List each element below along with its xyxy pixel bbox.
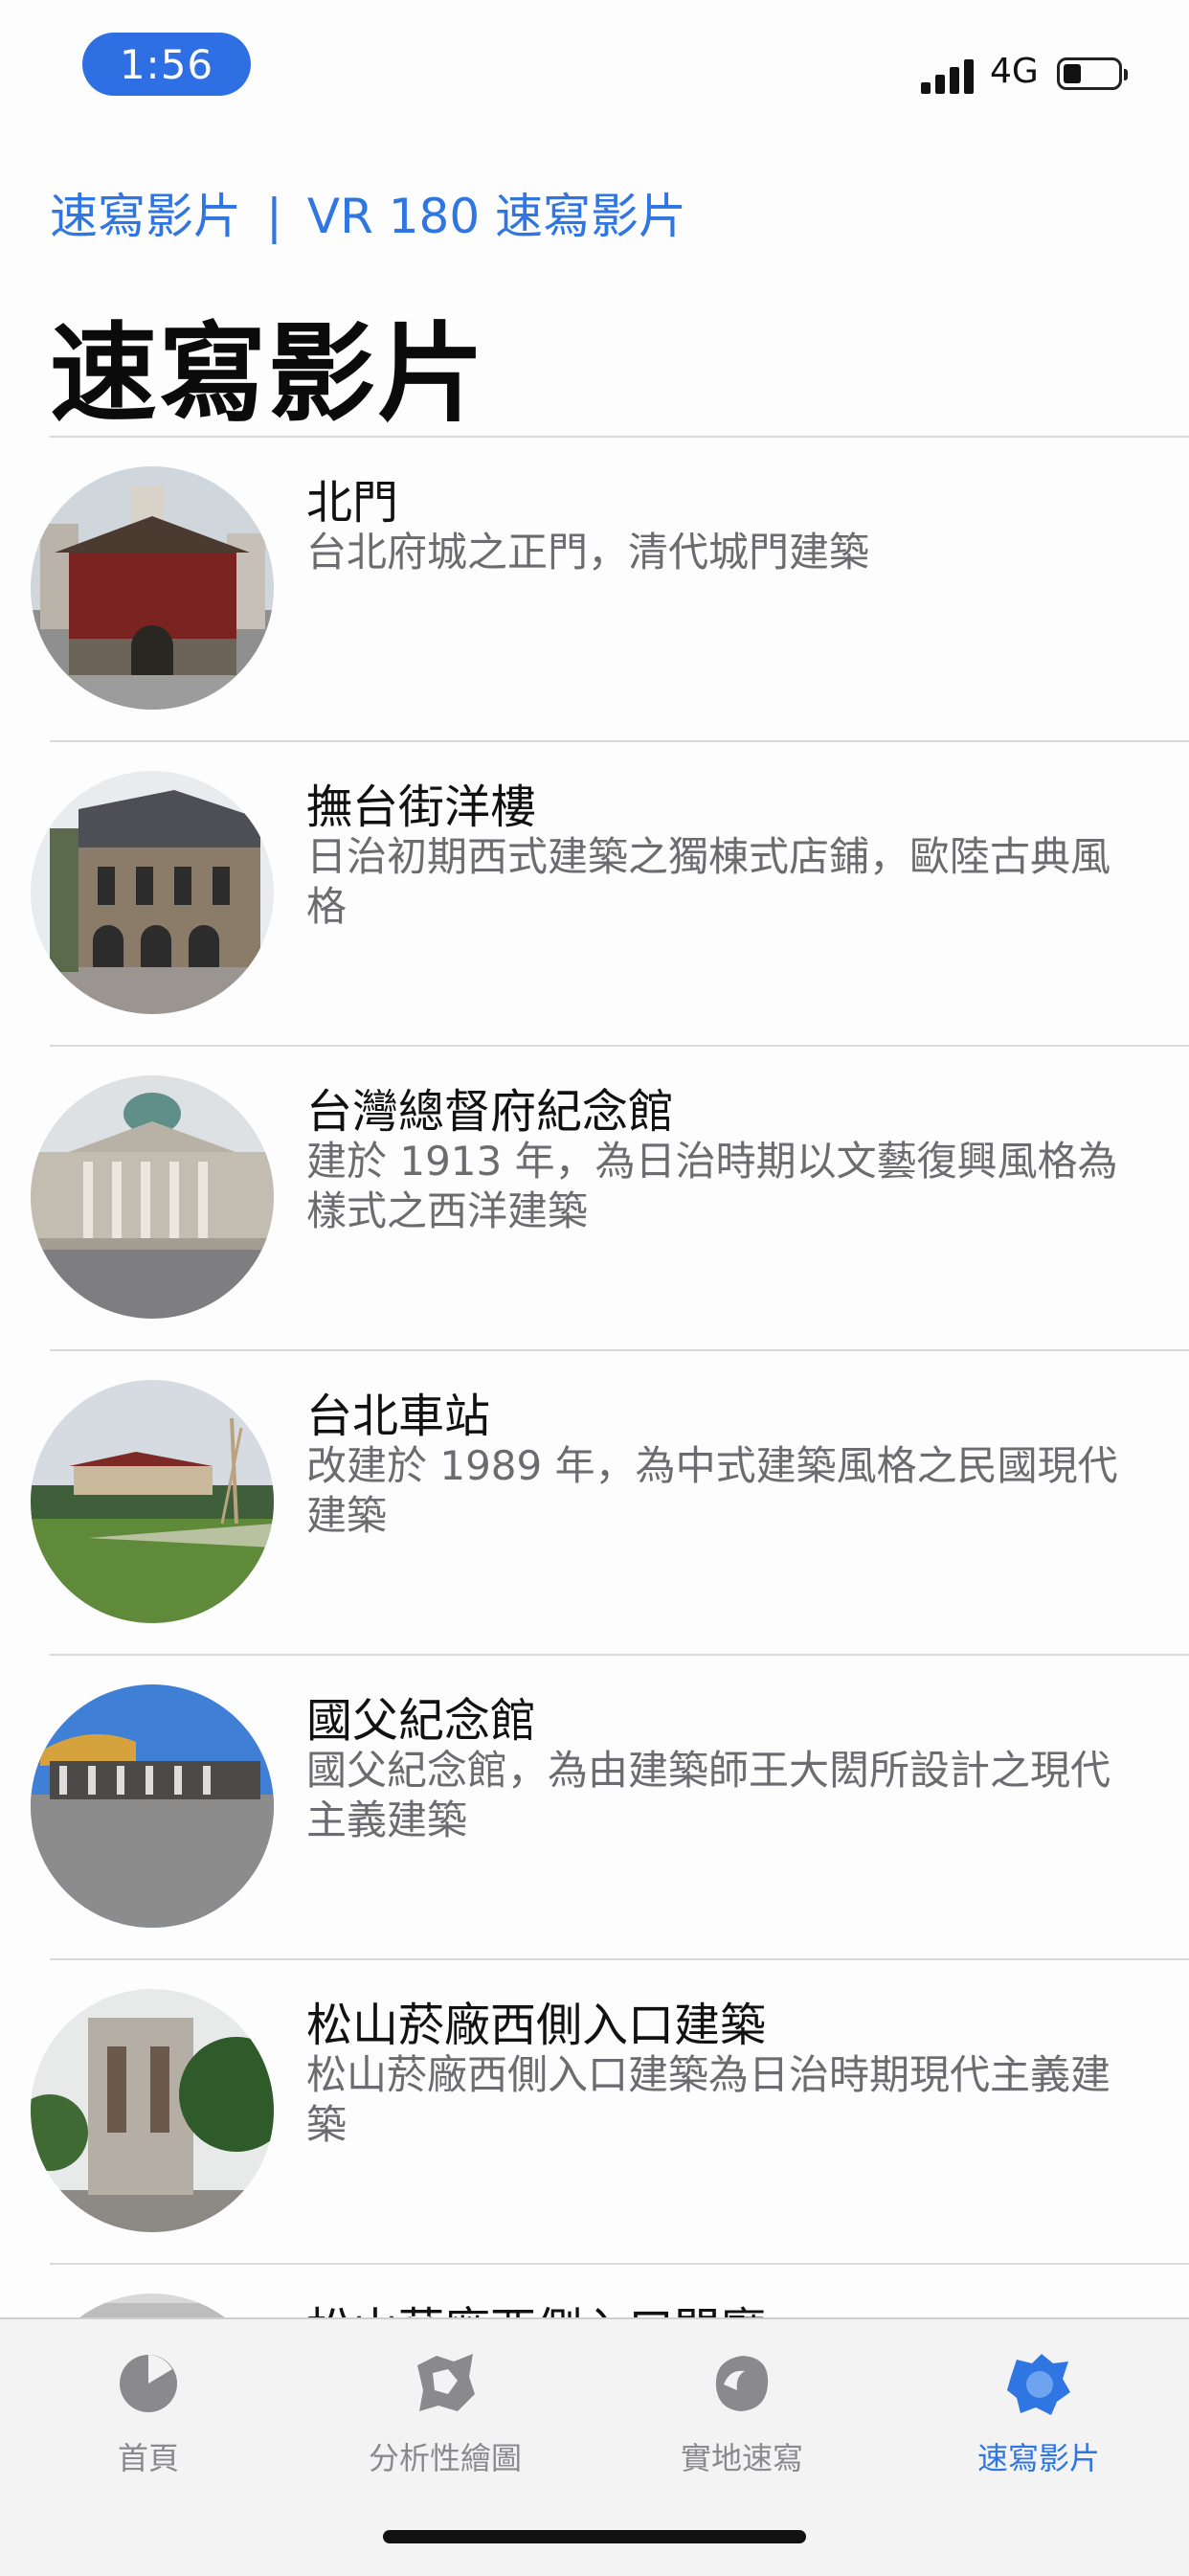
divider [50,1654,1189,1656]
pie-chart-icon [120,2355,177,2412]
video-list: 北門 台北府城之正門，清代城門建築 撫台街洋樓 日治初期西式建築之獨棟式店鋪，歐… [0,436,1189,2567]
divider [50,1349,1189,1351]
tab-sketch-video[interactable]: 速寫影片 [943,2348,1134,2478]
tab-label: 速寫影片 [976,2440,1100,2476]
status-time: 1:56 [82,33,251,96]
tab-label: 分析性繪圖 [368,2440,522,2476]
divider [50,2263,1189,2265]
item-title: 台灣總督府紀念館 [306,1085,675,1139]
thumbnail-image [31,466,274,710]
list-item[interactable]: 撫台街洋樓 日治初期西式建築之獨棟式店鋪，歐陸古典風格 [0,740,1189,1045]
list-item[interactable]: 國父紀念館 國父紀念館，為由建築師王大閎所設計之現代主義建築 [0,1654,1189,1958]
list-item[interactable]: 北門 台北府城之正門，清代城門建築 [0,436,1189,740]
tab-home[interactable]: 首頁 [53,2348,244,2478]
thumbnail-image [31,1380,274,1623]
item-description: 台北府城之正門，清代城門建築 [306,529,870,576]
video-type-switcher: 速寫影片 | VR 180 速寫影片 [50,178,686,247]
vr180-video-link[interactable]: VR 180 速寫影片 [307,189,686,244]
divider [50,1045,1189,1047]
item-description: 日治初期西式建築之獨棟式店鋪，歐陸古典風格 [306,833,1111,930]
video-splash-icon [1007,2354,1070,2415]
network-type: 4G [990,52,1039,91]
tab-field-sketch[interactable]: 實地速寫 [646,2348,838,2478]
link-separator: | [266,189,282,244]
tab-analytic-drawing[interactable]: 分析性繪圖 [349,2348,541,2478]
list-item[interactable]: 台灣總督府紀念館 建於 1913 年，為日治時期以文藝復興風格為樣式之西洋建築 [0,1045,1189,1349]
page-title: 速寫影片 [50,312,486,437]
item-description: 改建於 1989 年，為中式建築風格之民國現代建築 [306,1442,1118,1539]
item-title: 北門 [306,476,399,530]
item-description: 國父紀念館，為由建築師王大閎所設計之現代主義建築 [306,1747,1111,1843]
list-item[interactable]: 松山菸廠西側入口建築 松山菸廠西側入口建築為日治時期現代主義建築 [0,1958,1189,2263]
sketch-blob-icon [715,2356,769,2411]
map-outline-icon [417,2354,475,2411]
status-bar: 1:56 4G [0,0,1189,134]
thumbnail-image [31,771,274,1014]
item-description: 建於 1913 年，為日治時期以文藝復興風格為樣式之西洋建築 [306,1138,1118,1234]
battery-icon [1057,57,1128,90]
thumbnail-image [31,1075,274,1319]
item-title: 台北車站 [306,1390,491,1443]
sketch-video-link[interactable]: 速寫影片 [50,189,241,244]
tab-label: 實地速寫 [680,2440,803,2476]
item-title: 國父紀念館 [306,1694,537,1748]
divider [50,1958,1189,1960]
cellular-signal-icon [921,57,976,94]
item-title: 松山菸廠西側入口建築 [306,1999,767,2052]
thumbnail-image [31,1989,274,2232]
item-description: 松山菸廠西側入口建築為日治時期現代主義建築 [306,2051,1111,2148]
list-item[interactable]: 台北車站 改建於 1989 年，為中式建築風格之民國現代建築 [0,1349,1189,1654]
thumbnail-image [31,1684,274,1928]
divider [50,436,1189,438]
tab-label: 首頁 [117,2440,179,2476]
item-title: 撫台街洋樓 [306,780,537,834]
divider [50,740,1189,742]
home-indicator[interactable] [383,2530,806,2543]
